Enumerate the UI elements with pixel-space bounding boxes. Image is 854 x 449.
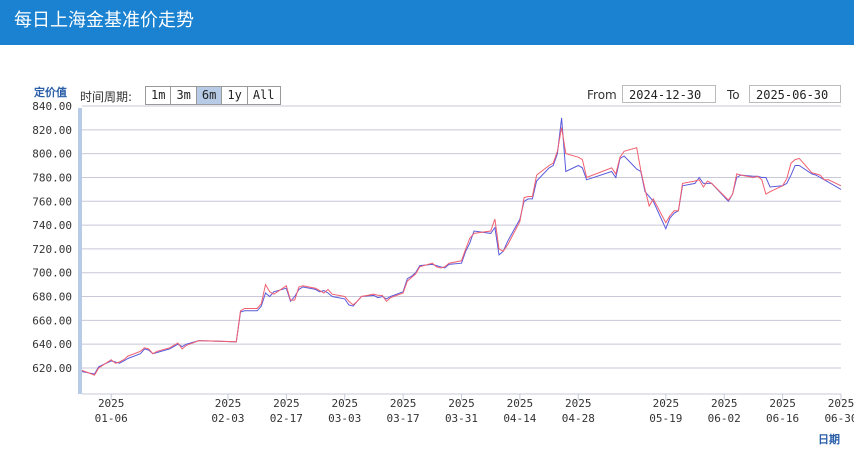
y-tick-label: 800.00: [32, 148, 72, 161]
y-tick-label: 820.00: [32, 124, 72, 137]
series-line-1: [81, 117, 842, 375]
x-tick-year: 2025: [215, 397, 242, 410]
x-tick-year: 2025: [390, 397, 417, 410]
x-tick-date: 01-06: [95, 412, 128, 425]
x-tick-date: 06-02: [708, 412, 741, 425]
grid-lines: [82, 105, 841, 395]
x-tick-date: 06-16: [766, 412, 799, 425]
x-tick-year: 2025: [769, 397, 796, 410]
x-axis-ticks: 2025 01-06 2025 02-03 2025 02-17 2025 03-03 2025…: [95, 394, 854, 425]
x-tick-date: 03-31: [445, 412, 478, 425]
x-tick-year: 2025: [565, 397, 592, 410]
y-tick-label: 780.00: [32, 171, 72, 184]
x-tick-year: 2025: [273, 397, 300, 410]
y-tick-label: 640.00: [32, 338, 72, 351]
series-lines: [81, 117, 842, 376]
x-tick-date: 04-28: [562, 412, 595, 425]
y-tick-label: 620.00: [32, 362, 72, 375]
y-tick-label: 720.00: [32, 243, 72, 256]
line-chart: 840.00 820.00 800.00 780.00 760.00 740.00 720.…: [32, 100, 854, 425]
x-tick-date: 06-30: [824, 412, 854, 425]
x-tick-date: 02-03: [211, 412, 244, 425]
x-tick-year: 2025: [98, 397, 125, 410]
x-tick-year: 2025: [711, 397, 738, 410]
x-tick-year: 2025: [448, 397, 475, 410]
y-tick-label: 760.00: [32, 195, 72, 208]
x-tick-date: 02-17: [270, 412, 303, 425]
series-line-2: [81, 127, 842, 376]
scroll-indicator: [78, 108, 82, 394]
y-tick-label: 680.00: [32, 291, 72, 304]
x-tick-date: 03-17: [387, 412, 420, 425]
y-tick-label: 660.00: [32, 314, 72, 327]
x-tick-year: 2025: [331, 397, 358, 410]
x-tick-year: 2025: [653, 397, 680, 410]
y-tick-label: 740.00: [32, 219, 72, 232]
y-tick-label: 840.00: [32, 100, 72, 113]
x-tick-year: 2025: [828, 397, 854, 410]
y-axis-ticks: 840.00 820.00 800.00 780.00 760.00 740.00 720.…: [32, 100, 72, 375]
x-tick-year: 2025: [507, 397, 534, 410]
x-tick-date: 03-03: [328, 412, 361, 425]
x-tick-date: 05-19: [649, 412, 682, 425]
x-tick-date: 04-14: [503, 412, 536, 425]
y-tick-label: 700.00: [32, 267, 72, 280]
